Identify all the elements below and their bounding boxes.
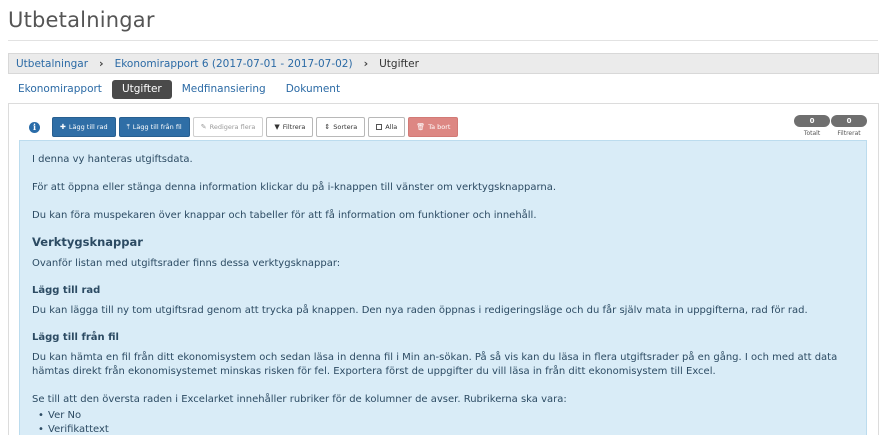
counter-filtered-label: Filtrerat bbox=[837, 130, 861, 137]
add-from-file-label: Lägg till från fil bbox=[132, 123, 182, 131]
tab-medfinansiering[interactable]: Medfinansiering bbox=[172, 80, 276, 99]
edit-icon: ✎ bbox=[200, 123, 207, 131]
column-list: Ver No Verifikattext bbox=[32, 409, 854, 435]
chevron-right-icon: › bbox=[99, 57, 104, 70]
tab-bar: Ekonomirapport Utgifter Medfinansiering … bbox=[8, 79, 350, 99]
list-item: Ver No bbox=[38, 409, 854, 423]
info-subheading: Lägg till rad bbox=[32, 285, 101, 296]
toolbar: i ✚ Lägg till rad ⤒ Lägg till från fil ✎… bbox=[29, 117, 461, 137]
tab-utgifter[interactable]: Utgifter bbox=[111, 79, 172, 99]
add-row-label: Lägg till rad bbox=[68, 123, 108, 131]
counter-filtered-badge: 0 bbox=[831, 115, 867, 127]
filter-button[interactable]: ▼ Filtrera bbox=[266, 117, 314, 137]
content-panel: i ✚ Lägg till rad ⤒ Lägg till från fil ✎… bbox=[8, 103, 879, 435]
filter-label: Filtrera bbox=[282, 123, 306, 131]
counter-total-badge: 0 bbox=[794, 115, 830, 127]
breadcrumb-item-ekonomirapport[interactable]: Ekonomirapport 6 (2017-07-01 - 2017-07-0… bbox=[115, 58, 353, 70]
edit-multiple-label: Redigera flera bbox=[209, 123, 256, 131]
info-text: Du kan hämta en fil från ditt ekonomisys… bbox=[32, 352, 838, 377]
tab-dokument[interactable]: Dokument bbox=[276, 80, 350, 99]
info-text: Se till att den översta raden i Excelark… bbox=[32, 394, 567, 405]
row-counters: 0 Totalt 0 Filtrerat bbox=[793, 115, 867, 137]
chevron-right-icon: › bbox=[363, 57, 369, 70]
info-box: I denna vy hanteras utgiftsdata. För att… bbox=[19, 140, 867, 435]
info-circle-icon[interactable]: i bbox=[29, 121, 40, 133]
sort-button[interactable]: ⇕ Sortera bbox=[316, 117, 366, 137]
add-from-file-button[interactable]: ⤒ Lägg till från fil bbox=[118, 117, 190, 137]
info-heading: Verktygsknappar bbox=[32, 235, 143, 249]
upload-icon: ⤒ bbox=[126, 122, 130, 131]
edit-multiple-button[interactable]: ✎ Redigera flera bbox=[192, 117, 264, 137]
sort-icon: ⇕ bbox=[324, 123, 331, 131]
counter-filtered: 0 Filtrerat bbox=[831, 115, 867, 137]
breadcrumb-item-current: Utgifter bbox=[379, 57, 419, 70]
info-text: För att öppna eller stänga denna informa… bbox=[32, 182, 557, 193]
tab-ekonomirapport[interactable]: Ekonomirapport bbox=[8, 80, 112, 99]
title-divider bbox=[8, 40, 878, 41]
info-text: Du kan lägga till ny tom utgiftsrad geno… bbox=[32, 305, 808, 316]
select-all-label: Alla bbox=[385, 123, 398, 131]
sort-label: Sortera bbox=[333, 123, 358, 131]
delete-label: Ta bort bbox=[428, 123, 451, 131]
page-title: Utbetalningar bbox=[8, 8, 155, 32]
breadcrumb-item-utbetalningar[interactable]: Utbetalningar bbox=[16, 58, 88, 70]
counter-total: 0 Totalt bbox=[794, 115, 830, 137]
info-text: Du kan föra muspekaren över knappar och … bbox=[32, 210, 537, 221]
add-row-button[interactable]: ✚ Lägg till rad bbox=[52, 117, 116, 137]
breadcrumb: Utbetalningar › Ekonomirapport 6 (2017-0… bbox=[8, 53, 879, 74]
filter-icon: ▼ bbox=[274, 123, 280, 131]
info-text: I denna vy hanteras utgiftsdata. bbox=[32, 154, 193, 165]
counter-total-label: Totalt bbox=[803, 130, 821, 137]
info-text: Ovanför listan med utgiftsrader finns de… bbox=[32, 258, 341, 269]
trash-icon: 🗑 bbox=[416, 123, 426, 131]
info-subheading: Lägg till från fil bbox=[32, 332, 119, 343]
delete-button[interactable]: 🗑 Ta bort bbox=[408, 117, 459, 137]
list-item: Verifikattext bbox=[38, 423, 854, 435]
checkbox-icon bbox=[376, 124, 383, 130]
select-all-button[interactable]: Alla bbox=[368, 117, 406, 137]
plus-icon: ✚ bbox=[60, 123, 66, 131]
